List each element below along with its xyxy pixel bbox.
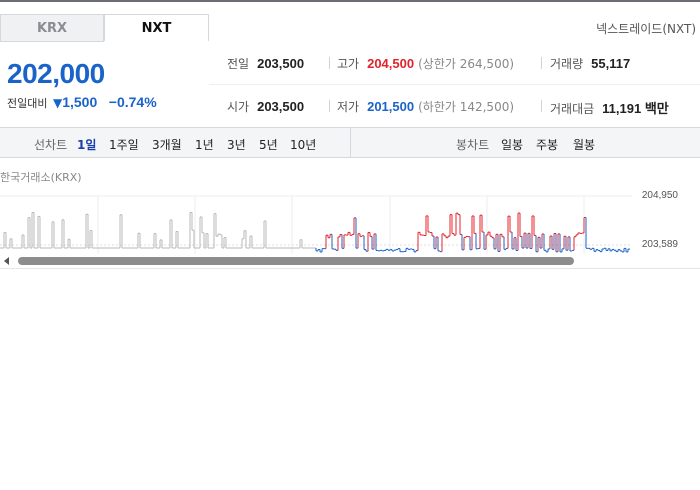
stat-divider <box>329 57 330 69</box>
exchange-name: 넥스트레이드(NXT) <box>596 22 696 36</box>
stat-open: 시가 203,500 <box>227 99 305 114</box>
chart-bottom-border <box>0 268 700 269</box>
intraday-chart: 204,950 203,589 <box>0 190 700 254</box>
y-tick-mid: 203,589 <box>641 239 678 250</box>
period-weekly-candle[interactable]: 주봉 <box>536 136 558 153</box>
diff-value: 1,500 <box>62 94 98 110</box>
tab-nxt[interactable]: NXT <box>104 14 209 41</box>
period-bar-divider <box>350 128 351 157</box>
down-arrow-icon: ▼ <box>52 96 63 110</box>
period-daily-candle[interactable]: 일봉 <box>501 136 523 153</box>
y-tick-top: 204,950 <box>641 190 678 201</box>
price-change-row: 전일대비 ▼1,500 −0.74% <box>7 94 157 111</box>
candle-chart-label: 봉차트 <box>456 138 490 152</box>
stat-low: 저가 201,500 (하한가 142,500) <box>337 99 515 114</box>
scroll-thumb[interactable] <box>18 257 574 265</box>
current-price: 202,000 <box>7 58 105 89</box>
diff-rate: −0.74% <box>108 94 157 110</box>
chart-svg <box>0 195 632 254</box>
chart-period-bar: 선차트 1일 1주일 3개월 1년 3년 5년 10년 봉차트 일봉 주봉 월봉 <box>0 127 700 158</box>
period-3month[interactable]: 3개월 <box>152 136 182 153</box>
exchange-tabs: KRX NXT 넥스트레이드(NXT) <box>0 14 700 42</box>
stat-divider <box>541 57 542 69</box>
period-3year[interactable]: 3년 <box>227 136 246 153</box>
chart-scrollbar[interactable] <box>0 254 700 268</box>
stat-divider <box>541 100 542 112</box>
stat-volume: 거래량 55,117 <box>550 56 631 71</box>
stat-amount: 거래대금 11,191 백만 <box>550 101 669 116</box>
period-10year[interactable]: 10년 <box>290 136 316 153</box>
scroll-left-arrow-icon[interactable] <box>4 257 9 265</box>
top-border <box>0 0 700 2</box>
period-monthly-candle[interactable]: 월봉 <box>573 136 595 153</box>
period-1day[interactable]: 1일 <box>77 136 96 153</box>
diff-label: 전일대비 <box>7 97 48 110</box>
stat-high: 고가 204,500 (상한가 264,500) <box>337 56 515 71</box>
tab-krx[interactable]: KRX <box>0 14 104 41</box>
chart-market-label: 한국거래소(KRX) <box>0 171 82 184</box>
price-series <box>0 211 630 253</box>
price-stats: 전일 203,500 고가 204,500 (상한가 264,500) 거래량 55,1… <box>209 42 700 126</box>
period-1year[interactable]: 1년 <box>195 136 214 153</box>
row-separator <box>209 84 700 85</box>
stat-prev-close: 전일 203,500 <box>227 56 305 71</box>
period-5year[interactable]: 5년 <box>259 136 278 153</box>
stat-divider <box>329 100 330 112</box>
price-summary: 202,000 전일대비 ▼1,500 −0.74% <box>0 42 208 126</box>
line-chart-label: 선차트 <box>34 138 68 152</box>
period-1week[interactable]: 1주일 <box>109 136 139 153</box>
